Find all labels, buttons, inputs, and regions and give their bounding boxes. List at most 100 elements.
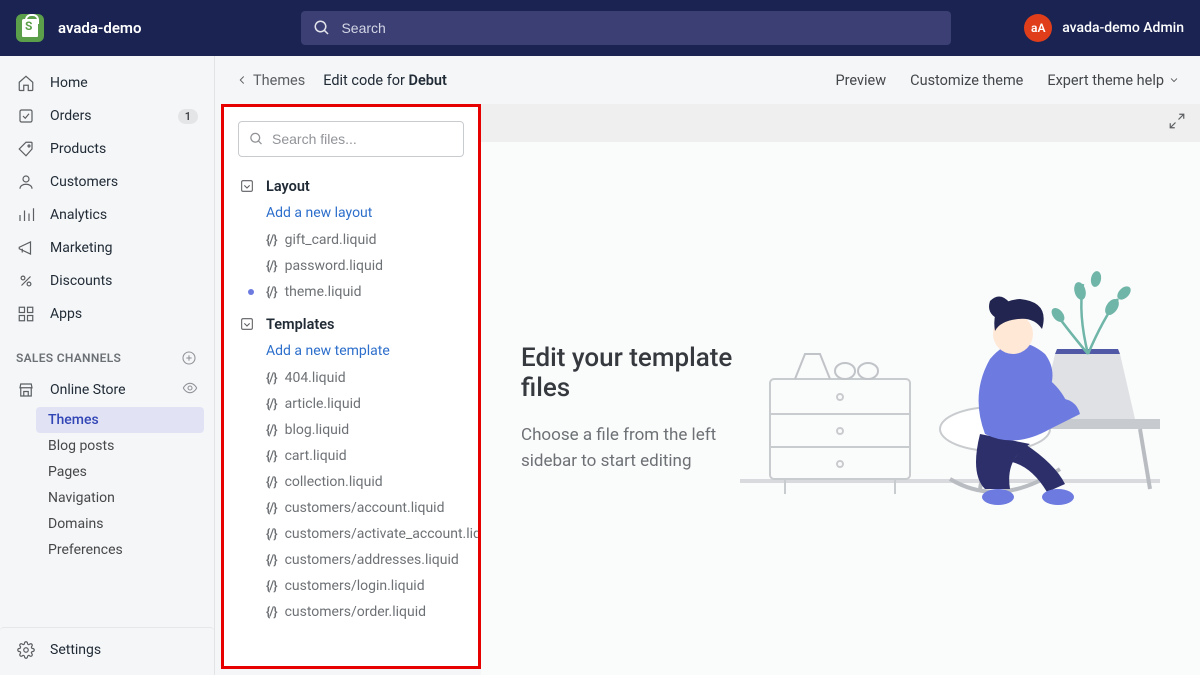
sidebar-item-label: Orders bbox=[50, 108, 92, 124]
file-name: theme.liquid bbox=[285, 284, 362, 300]
file-name: blog.liquid bbox=[285, 422, 350, 438]
preview-link[interactable]: Preview bbox=[835, 72, 886, 89]
liquid-file-icon: {/} bbox=[266, 527, 277, 542]
file-browser: Layout Add a new layout {/} gift_card.liqui… bbox=[221, 104, 481, 669]
expand-icon[interactable] bbox=[1168, 112, 1186, 134]
store-icon bbox=[16, 380, 36, 400]
global-search-input[interactable] bbox=[341, 20, 939, 36]
file-name: customers/order.liquid bbox=[285, 604, 426, 620]
folder-collapse-icon bbox=[238, 177, 256, 195]
liquid-file-icon: {/} bbox=[266, 285, 277, 300]
add-file-link[interactable]: Add a new layout bbox=[224, 199, 478, 227]
sidebar-item-settings[interactable]: Settings bbox=[0, 627, 214, 674]
folder-collapse-icon bbox=[238, 315, 256, 333]
editor-main: Edit your template files Choose a file f… bbox=[481, 104, 1200, 675]
file-section-header[interactable]: Templates bbox=[224, 305, 478, 337]
file-row[interactable]: {/} customers/order.liquid bbox=[224, 599, 478, 625]
liquid-file-icon: {/} bbox=[266, 449, 277, 464]
file-name: customers/activate_account.liquid bbox=[285, 526, 478, 542]
orders-icon bbox=[16, 106, 36, 126]
sidebar-item-online-store[interactable]: Online Store bbox=[0, 374, 214, 406]
search-icon bbox=[313, 19, 331, 37]
page-header: Themes Edit code for Debut Preview Custo… bbox=[215, 56, 1200, 104]
marketing-icon bbox=[16, 238, 36, 258]
view-store-icon[interactable] bbox=[182, 380, 198, 400]
file-browser-scroll[interactable]: Layout Add a new layout {/} gift_card.liqui… bbox=[224, 107, 478, 652]
topbar: S avada-demo aA avada-demo Admin bbox=[0, 0, 1200, 56]
illustration bbox=[740, 219, 1160, 539]
editor-subtext: Choose a file from the left sidebar to s… bbox=[521, 423, 740, 474]
expert-help-dropdown[interactable]: Expert theme help bbox=[1047, 72, 1180, 89]
sidebar-item-label: Home bbox=[50, 75, 88, 91]
file-search[interactable] bbox=[238, 121, 464, 157]
username: avada-demo Admin bbox=[1062, 20, 1184, 36]
file-row[interactable]: {/} customers/addresses.liquid bbox=[224, 547, 478, 573]
sidebar-item-orders[interactable]: Orders1 bbox=[0, 100, 214, 132]
horizontal-scrollbar[interactable] bbox=[224, 652, 478, 666]
sidebar-item-customers[interactable]: Customers bbox=[0, 166, 214, 198]
analytics-icon bbox=[16, 205, 36, 225]
sidebar-item-label: Settings bbox=[50, 642, 101, 658]
add-channel-icon[interactable] bbox=[180, 349, 198, 367]
user-area[interactable]: aA avada-demo Admin bbox=[1024, 14, 1184, 42]
sidebar-item-label: Discounts bbox=[50, 273, 112, 289]
shopify-logo[interactable]: S bbox=[16, 14, 44, 42]
sidebar-sub-navigation[interactable]: Navigation bbox=[0, 485, 214, 511]
sidebar-item-marketing[interactable]: Marketing bbox=[0, 232, 214, 264]
file-row[interactable]: {/} gift_card.liquid bbox=[224, 227, 478, 253]
file-search-input[interactable] bbox=[272, 131, 453, 147]
liquid-file-icon: {/} bbox=[266, 605, 277, 620]
sidebar-item-home[interactable]: Home bbox=[0, 67, 214, 99]
liquid-file-icon: {/} bbox=[266, 397, 277, 412]
sidebar-item-apps[interactable]: Apps bbox=[0, 298, 214, 330]
file-row[interactable]: {/}404.liquid bbox=[224, 365, 478, 391]
add-file-link[interactable]: Add a new template bbox=[224, 337, 478, 365]
file-name: cart.liquid bbox=[285, 448, 347, 464]
sidebar-sub-blog-posts[interactable]: Blog posts bbox=[0, 433, 214, 459]
sidebar-item-products[interactable]: Products bbox=[0, 133, 214, 165]
customers-icon bbox=[16, 172, 36, 192]
global-search[interactable] bbox=[301, 11, 951, 45]
sidebar-item-label: Online Store bbox=[50, 382, 126, 398]
file-section-header[interactable]: Layout bbox=[224, 167, 478, 199]
file-name: customers/account.liquid bbox=[285, 500, 445, 516]
sidebar-item-discounts[interactable]: Discounts bbox=[0, 265, 214, 297]
file-row[interactable]: {/}password.liquid bbox=[224, 253, 478, 279]
file-name: customers/addresses.liquid bbox=[285, 552, 459, 568]
back-to-themes[interactable]: Themes bbox=[235, 72, 305, 89]
sidebar-item-label: Analytics bbox=[50, 207, 107, 223]
avatar: aA bbox=[1024, 14, 1052, 42]
file-row[interactable]: {/}collection.liquid bbox=[224, 469, 478, 495]
file-row[interactable]: {/}customers/account.liquid bbox=[224, 495, 478, 521]
file-name: collection.liquid bbox=[285, 474, 383, 490]
liquid-file-icon: {/} bbox=[266, 233, 277, 248]
file-name: gift_card.liquid bbox=[285, 232, 377, 248]
chevron-down-icon bbox=[1168, 74, 1180, 86]
liquid-file-icon: {/} bbox=[266, 553, 277, 568]
file-name: customers/login.liquid bbox=[285, 578, 425, 594]
file-row[interactable]: {/} cart.liquid bbox=[224, 443, 478, 469]
sidebar-item-analytics[interactable]: Analytics bbox=[0, 199, 214, 231]
sidebar-sub-themes[interactable]: Themes bbox=[36, 407, 204, 433]
sidebar-sub-preferences[interactable]: Preferences bbox=[0, 537, 214, 563]
section-title: Templates bbox=[266, 316, 335, 333]
file-name: password.liquid bbox=[285, 258, 383, 274]
file-row[interactable]: {/}customers/login.liquid bbox=[224, 573, 478, 599]
content-area: Themes Edit code for Debut Preview Custo… bbox=[215, 56, 1200, 675]
sidebar-sub-domains[interactable]: Domains bbox=[0, 511, 214, 537]
file-row[interactable]: {/} customers/activate_account.liquid bbox=[224, 521, 478, 547]
file-row[interactable]: {/} theme.liquid bbox=[224, 279, 478, 305]
file-name: article.liquid bbox=[285, 396, 361, 412]
section-title: Layout bbox=[266, 178, 310, 195]
customize-theme-link[interactable]: Customize theme bbox=[910, 72, 1023, 89]
sidebar-sub-pages[interactable]: Pages bbox=[0, 459, 214, 485]
liquid-file-icon: {/} bbox=[266, 371, 277, 386]
editor-toolbar bbox=[481, 104, 1200, 142]
file-row[interactable]: {/}blog.liquid bbox=[224, 417, 478, 443]
editor-heading: Edit your template files bbox=[521, 343, 740, 403]
sales-channels-header: SALES CHANNELS bbox=[0, 331, 214, 373]
page-title: Edit code for Debut bbox=[323, 72, 447, 89]
products-icon bbox=[16, 139, 36, 159]
file-row[interactable]: {/} article.liquid bbox=[224, 391, 478, 417]
sidebar-item-label: Products bbox=[50, 141, 106, 157]
